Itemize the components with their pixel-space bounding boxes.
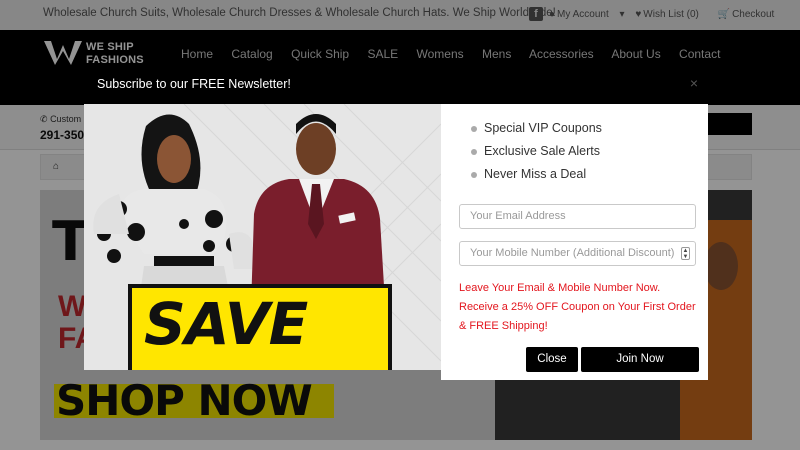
join-now-button[interactable]: Join Now — [581, 347, 699, 372]
modal-title: Subscribe to our FREE Newsletter! — [97, 77, 291, 91]
save-banner: SAVE — [128, 284, 392, 370]
promo-message: Leave Your Email & Mobile Number Now. Re… — [459, 279, 704, 336]
promo-line-3: & FREE Shipping! — [459, 320, 548, 332]
email-field[interactable]: Your Email Address — [459, 204, 696, 229]
newsletter-modal: Subscribe to our FREE Newsletter! × SAVE… — [84, 66, 708, 380]
list-item: Never Miss a Deal — [471, 167, 602, 190]
benefits-list: Special VIP Coupons Exclusive Sale Alert… — [471, 121, 602, 190]
list-item: Special VIP Coupons — [471, 121, 602, 144]
close-icon[interactable]: × — [690, 75, 698, 91]
list-item: Exclusive Sale Alerts — [471, 144, 602, 167]
mobile-number-placeholder: Your Mobile Number (Additional Discount) — [470, 247, 675, 259]
modal-header: Subscribe to our FREE Newsletter! × — [84, 66, 708, 104]
promo-image: SAVE — [84, 104, 441, 370]
close-button[interactable]: Close — [526, 347, 578, 372]
save-text: SAVE — [144, 290, 308, 358]
number-stepper-icon[interactable]: ▲ ▼ — [681, 247, 690, 260]
mobile-number-field[interactable]: Your Mobile Number (Additional Discount)… — [459, 241, 696, 266]
promo-line-2: Receive a 25% OFF Coupon on Your First O… — [459, 301, 696, 313]
modal-body: Special VIP Coupons Exclusive Sale Alert… — [441, 104, 708, 380]
promo-line-1: Leave Your Email & Mobile Number Now. — [459, 282, 661, 294]
